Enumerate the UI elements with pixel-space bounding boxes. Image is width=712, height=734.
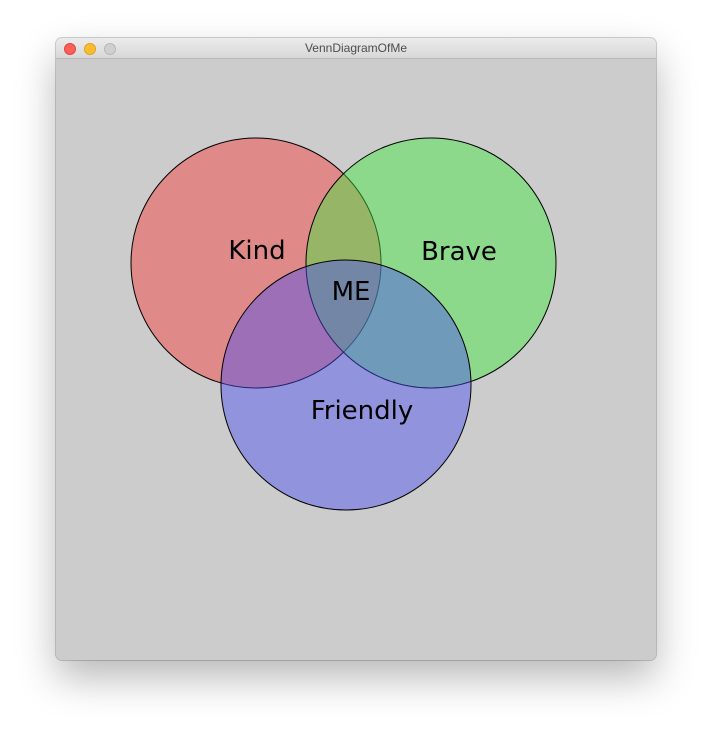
brave-label: Brave <box>421 237 497 267</box>
venn-diagram: Kind Brave Friendly ME <box>130 137 557 511</box>
kind-label: Kind <box>228 236 285 266</box>
title-bar[interactable]: VennDiagramOfMe <box>56 38 656 59</box>
app-window: VennDiagramOfMe Kind Brave Friendly ME <box>56 38 656 660</box>
drawing-canvas: Kind Brave Friendly ME <box>56 59 656 660</box>
window-title: VennDiagramOfMe <box>304 41 408 55</box>
center-label: ME <box>332 277 371 307</box>
friendly-label: Friendly <box>311 396 414 426</box>
